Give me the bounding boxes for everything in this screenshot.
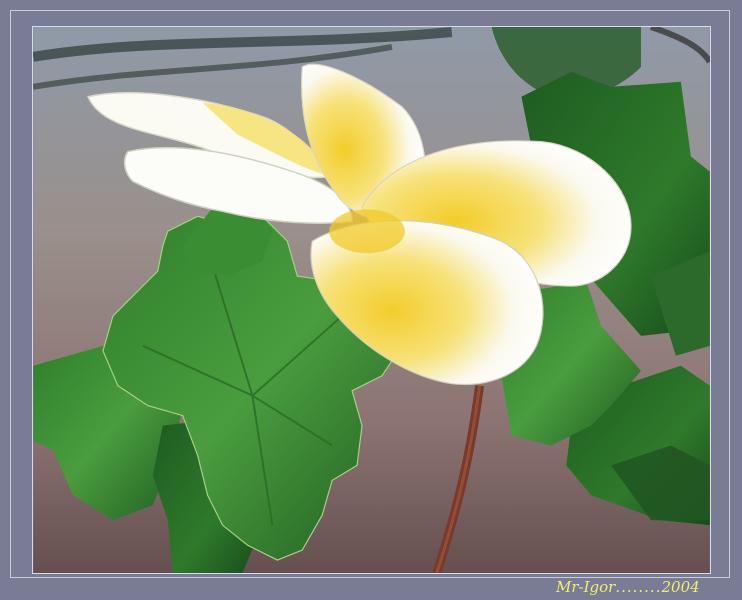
signature-separator: ........ (615, 578, 662, 596)
flower-photo-svg (33, 27, 710, 573)
photographer-signature: Mr-Igor........2004 (556, 577, 736, 597)
signature-author: Mr-Igor (556, 578, 616, 596)
flower-photo (32, 26, 711, 574)
signature-year: 2004 (661, 578, 700, 596)
